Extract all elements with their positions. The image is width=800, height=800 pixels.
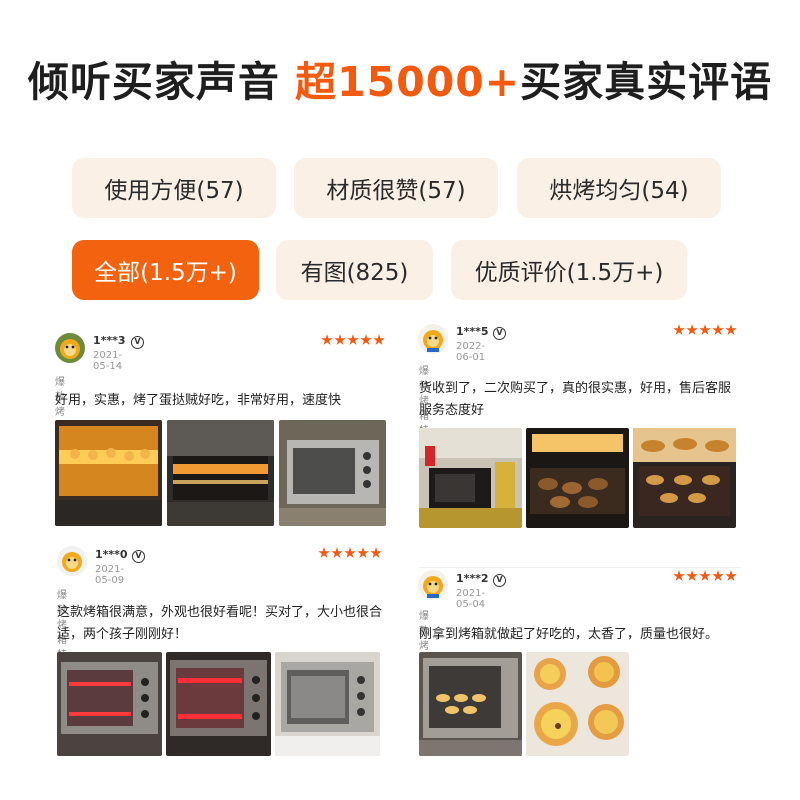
filter-chip-with-photos[interactable]: 有图(825) [276,240,433,300]
user-avatar-icon[interactable] [57,546,87,576]
star-icon [370,547,382,558]
star-icon [699,570,711,581]
headline-highlight: 超15000+ [295,58,521,106]
filter-chip-label: 材质很赞(57) [326,178,466,204]
star-icon [673,324,685,335]
review-divider [419,567,741,568]
review-username: 1***0 [95,548,128,561]
star-icon [686,570,698,581]
review-username: 1***5 [456,325,489,338]
page-headline: 倾听买家声音 超15000+买家真实评语 [0,52,800,112]
star-icon [331,547,343,558]
rating-stars [673,324,737,336]
filter-chip-all[interactable]: 全部(1.5万+) [72,240,259,300]
filter-chip-quality-reviews[interactable]: 优质评价(1.5万+) [451,240,687,300]
review-date: 2021-05-09 [95,564,125,586]
filter-chip-label: 全部(1.5万+) [94,260,237,286]
review-photo-oven-heating-2[interactable] [166,652,271,756]
review-photo-oven-white[interactable] [275,652,380,756]
member-badge-icon: V [493,574,506,587]
star-icon [725,324,737,335]
star-icon [321,334,333,345]
filter-chip-easy-to-use[interactable]: 使用方便(57) [72,158,276,218]
filter-chip-material[interactable]: 材质很赞(57) [294,158,498,218]
review-date: 2022-06-01 [456,341,486,363]
review-photo-oven-tart[interactable] [419,652,522,756]
review-photo-oven-pastry[interactable] [633,428,736,528]
star-icon [334,334,346,345]
headline-suffix: 买家真实评语 [520,58,773,106]
star-icon [318,547,330,558]
review-photo-oven-tray[interactable] [55,420,162,526]
review-date: 2021-05-04 [456,588,486,610]
star-icon [699,324,711,335]
filter-chip-label: 使用方便(57) [104,178,244,204]
member-badge-icon: V [132,550,145,563]
star-icon [347,334,359,345]
filter-chip-label: 优质评价(1.5万+) [474,260,664,286]
star-icon [712,324,724,335]
review-photo-oven-roast[interactable] [526,428,629,528]
star-icon [373,334,385,345]
headline-prefix: 倾听买家声音 [27,58,296,106]
review-text: 刚拿到烤箱就做起了好吃的，太香了，质量也很好。 [419,627,719,642]
star-icon [712,570,724,581]
review-text: 好用，实惠，烤了蛋挞贼好吃，非常好用，速度快 [55,393,342,408]
member-badge-icon: V [131,336,144,349]
rating-stars [318,547,382,559]
user-avatar-icon[interactable] [55,333,85,363]
rating-stars [321,334,385,346]
review-username: 1***2 [456,572,489,585]
filter-chip-label: 烘烤均匀(54) [549,178,689,204]
review-photo-oven-silver[interactable] [279,420,386,526]
review-text: 货收到了，二次购买了，真的很实惠，好用，售后客服服务态度好 [419,381,732,418]
review-photo-egg-tarts[interactable] [526,652,629,756]
review-username: 1***3 [93,334,126,347]
star-icon [686,324,698,335]
filter-chip-label: 有图(825) [300,260,409,286]
user-avatar-icon[interactable] [418,324,448,354]
filter-chip-even-baking[interactable]: 烘烤均匀(54) [517,158,721,218]
review-photo-oven-heating[interactable] [57,652,162,756]
review-date: 2021-05-14 [93,350,123,372]
star-icon [360,334,372,345]
user-avatar-icon[interactable] [418,570,448,600]
member-badge-icon: V [493,327,506,340]
star-icon [673,570,685,581]
review-text: 这款烤箱很满意，外观也很好看呢！买对了，大小也很合适，两个孩子刚刚好！ [57,605,383,642]
star-icon [357,547,369,558]
star-icon [344,547,356,558]
star-icon [725,570,737,581]
review-photo-oven-kitchen[interactable] [419,428,522,528]
rating-stars [673,570,737,582]
review-photo-oven-rack[interactable] [167,420,274,526]
